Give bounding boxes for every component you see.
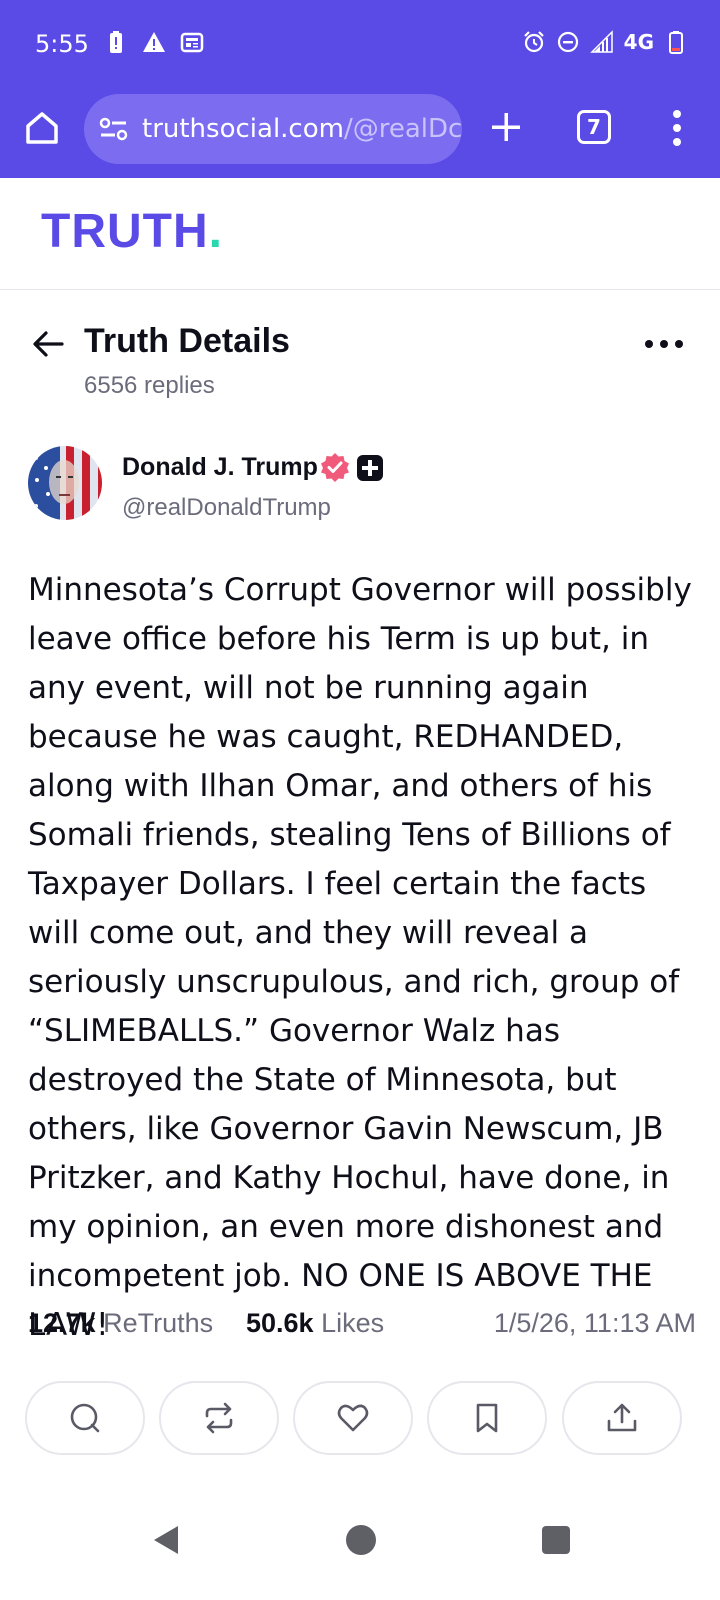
replies-count: 6556 replies bbox=[84, 372, 215, 399]
new-tab-icon[interactable] bbox=[488, 109, 524, 145]
reply-button[interactable] bbox=[25, 1381, 145, 1455]
url-host: truthsocial.com bbox=[142, 114, 344, 144]
warning-icon bbox=[143, 32, 165, 52]
alarm-icon bbox=[523, 31, 544, 53]
system-nav-bar bbox=[0, 1500, 720, 1600]
post-stats: 12.7k ReTruths 50.6k Likes 1/5/26, 11:13… bbox=[28, 1308, 696, 1348]
site-settings-icon[interactable] bbox=[98, 115, 130, 143]
status-notifications bbox=[104, 30, 204, 54]
author-name[interactable]: Donald J. Trump bbox=[122, 453, 318, 482]
tab-switcher-button[interactable]: 7 bbox=[577, 110, 611, 144]
status-bar: 5:55 4G bbox=[0, 0, 720, 86]
post-body: Minnesota’s Corrupt Governor will possib… bbox=[28, 572, 692, 1343]
truth-logo[interactable]: TRUTH. bbox=[41, 204, 223, 259]
status-system: 4G bbox=[522, 30, 688, 54]
news-icon bbox=[180, 32, 204, 53]
truth-plus-icon bbox=[357, 455, 383, 481]
signal-icon bbox=[589, 30, 613, 53]
retruth-icon bbox=[205, 1402, 233, 1434]
share-icon bbox=[607, 1403, 637, 1432]
retruth-button[interactable] bbox=[159, 1381, 279, 1455]
do-not-disturb-icon bbox=[557, 31, 578, 53]
share-button[interactable] bbox=[562, 1381, 682, 1455]
browser-toolbar: truthsocial.com/@realDc 7 bbox=[0, 86, 720, 178]
avatar[interactable] bbox=[28, 446, 102, 520]
nav-back-icon[interactable] bbox=[150, 1523, 182, 1557]
post-timestamp: 1/5/26, 11:13 AM bbox=[493, 1308, 696, 1338]
reply-icon bbox=[70, 1403, 100, 1433]
nav-home-icon[interactable] bbox=[346, 1525, 376, 1555]
status-time: 5:55 bbox=[35, 30, 89, 58]
avatar-image bbox=[28, 446, 102, 520]
bookmark-button[interactable] bbox=[427, 1381, 547, 1455]
url-path: /@realDc bbox=[343, 114, 462, 144]
page-title: Truth Details bbox=[84, 322, 290, 360]
nav-recents-icon[interactable] bbox=[542, 1526, 570, 1554]
like-button[interactable] bbox=[293, 1381, 413, 1455]
likes-count: 50.6k bbox=[246, 1308, 314, 1338]
logo-text: TRUTH bbox=[41, 205, 209, 258]
more-horiz-icon[interactable] bbox=[644, 336, 684, 352]
likes-stat[interactable]: 50.6k Likes bbox=[246, 1308, 384, 1339]
battery-low-icon bbox=[669, 31, 683, 54]
author-handle[interactable]: @realDonaldTrump bbox=[122, 494, 331, 522]
url-text[interactable]: truthsocial.com/@realDc bbox=[142, 114, 462, 144]
like-icon bbox=[337, 1404, 369, 1432]
bookmark-icon bbox=[476, 1403, 498, 1433]
verified-badge-icon bbox=[321, 453, 349, 482]
likes-label: Likes bbox=[321, 1308, 385, 1338]
logo-dot: . bbox=[208, 205, 223, 258]
more-vert-icon[interactable] bbox=[670, 108, 684, 148]
retruths-label: ReTruths bbox=[103, 1308, 214, 1338]
home-icon[interactable] bbox=[22, 108, 62, 148]
back-arrow-icon[interactable] bbox=[30, 326, 66, 362]
retruths-stat[interactable]: 12.7k ReTruths bbox=[28, 1308, 213, 1339]
battery-alert-icon bbox=[110, 31, 122, 53]
retruths-count: 12.7k bbox=[28, 1308, 96, 1338]
network-type: 4G bbox=[623, 30, 654, 54]
site-header: TRUTH. bbox=[0, 178, 720, 290]
address-bar[interactable]: truthsocial.com/@realDc bbox=[84, 94, 462, 164]
